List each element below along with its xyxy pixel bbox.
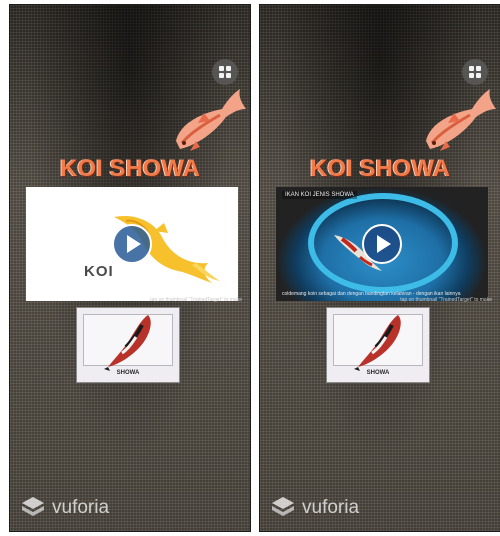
vuforia-label: vuforia — [52, 497, 110, 518]
video-title: IKAN KOI JENIS SHOWA — [282, 191, 357, 199]
play-icon — [377, 235, 391, 253]
play-icon — [127, 235, 141, 253]
menu-button[interactable] — [212, 59, 238, 85]
vuforia-watermark: vuforia — [270, 495, 359, 521]
vuforia-logo-icon — [272, 497, 294, 516]
brand-label: KOI — [84, 263, 114, 280]
menu-button[interactable] — [462, 59, 488, 85]
card-image — [333, 314, 423, 371]
page-title: KOI SHOWA — [309, 155, 450, 182]
video-player[interactable]: IKAN KOI JENIS SHOWA coldemang koin seba… — [276, 187, 488, 301]
koi-card-fish-icon — [104, 315, 151, 371]
vuforia-label: vuforia — [302, 497, 360, 518]
card-label: SHOWA — [366, 370, 390, 376]
page-title: KOI SHOWA — [59, 155, 200, 182]
grid-menu-icon — [219, 66, 231, 78]
card-image — [83, 314, 173, 371]
grid-menu-icon — [469, 66, 481, 78]
video-thumbnail[interactable]: KOI — [26, 187, 238, 301]
play-button[interactable] — [112, 224, 152, 264]
ar-screen-left: KOI SHOWA KOI tap on thumbnail "TrainedT… — [9, 4, 251, 532]
hint-text: tap on thumbnail "TrainedTarget" to make — [400, 297, 492, 303]
play-button[interactable] — [362, 224, 402, 264]
koi-fish-icon — [176, 89, 246, 151]
koi-fish-icon — [426, 89, 496, 151]
target-card: SHOWA — [326, 307, 430, 383]
ar-screen-right: KOI SHOWA IKAN KOI JENIS SHOWA coldemang… — [259, 4, 500, 532]
hint-text: tap on thumbnail "TrainedTarget" to make — [150, 297, 242, 303]
vuforia-watermark: vuforia — [20, 495, 109, 521]
vuforia-logo-icon — [22, 497, 44, 516]
target-card: SHOWA — [76, 307, 180, 383]
card-label: SHOWA — [116, 370, 140, 376]
koi-card-fish-icon — [354, 315, 401, 371]
